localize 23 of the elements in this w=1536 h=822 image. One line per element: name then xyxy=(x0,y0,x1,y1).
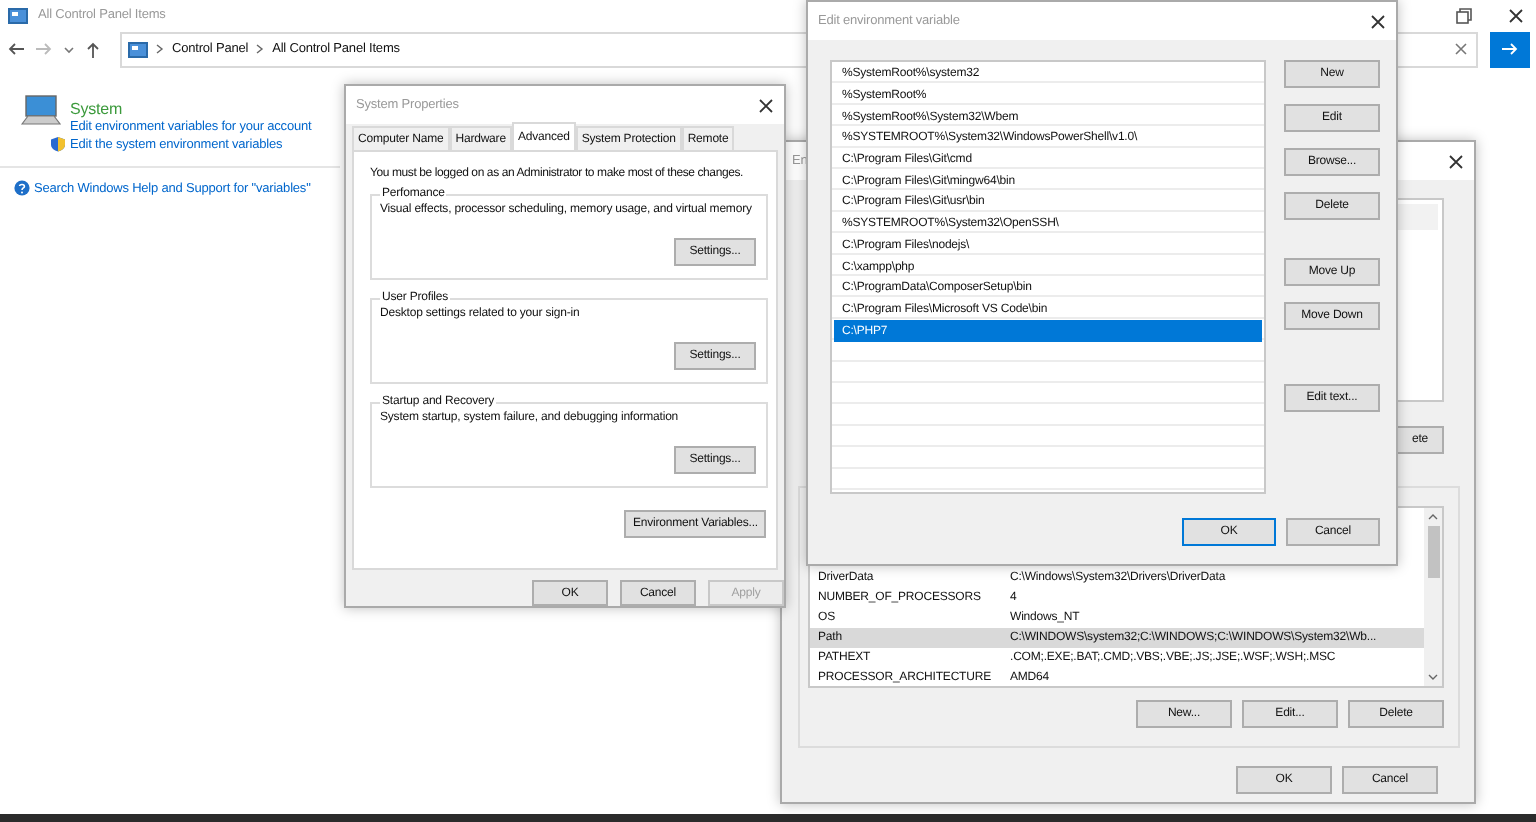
scrollbar-thumb[interactable] xyxy=(1427,526,1439,578)
chevron-icon xyxy=(256,44,265,54)
control-panel-icon xyxy=(8,7,28,23)
system-heading-link[interactable]: System xyxy=(70,100,312,118)
arrow-icon xyxy=(1502,42,1518,56)
up-arrow-icon[interactable] xyxy=(86,41,100,57)
close-icon[interactable] xyxy=(1508,7,1524,23)
dropdown-caret-icon[interactable] xyxy=(64,45,74,53)
close-icon[interactable] xyxy=(1448,153,1464,169)
close-icon[interactable] xyxy=(1370,13,1386,29)
control-panel-icon xyxy=(128,41,148,57)
back-arrow-icon[interactable] xyxy=(8,42,24,56)
restore-icon[interactable] xyxy=(1456,7,1472,23)
scroll-down-icon[interactable] xyxy=(1428,674,1438,680)
help-icon xyxy=(14,180,30,196)
go-button[interactable] xyxy=(1490,31,1530,67)
scroll-up-icon[interactable] xyxy=(1428,514,1438,520)
shield-icon xyxy=(50,136,66,152)
computer-icon xyxy=(20,94,62,130)
close-icon[interactable] xyxy=(758,97,774,113)
chevron-icon xyxy=(156,44,164,54)
scrollbar[interactable] xyxy=(1424,508,1442,686)
clear-icon[interactable] xyxy=(1454,42,1468,56)
